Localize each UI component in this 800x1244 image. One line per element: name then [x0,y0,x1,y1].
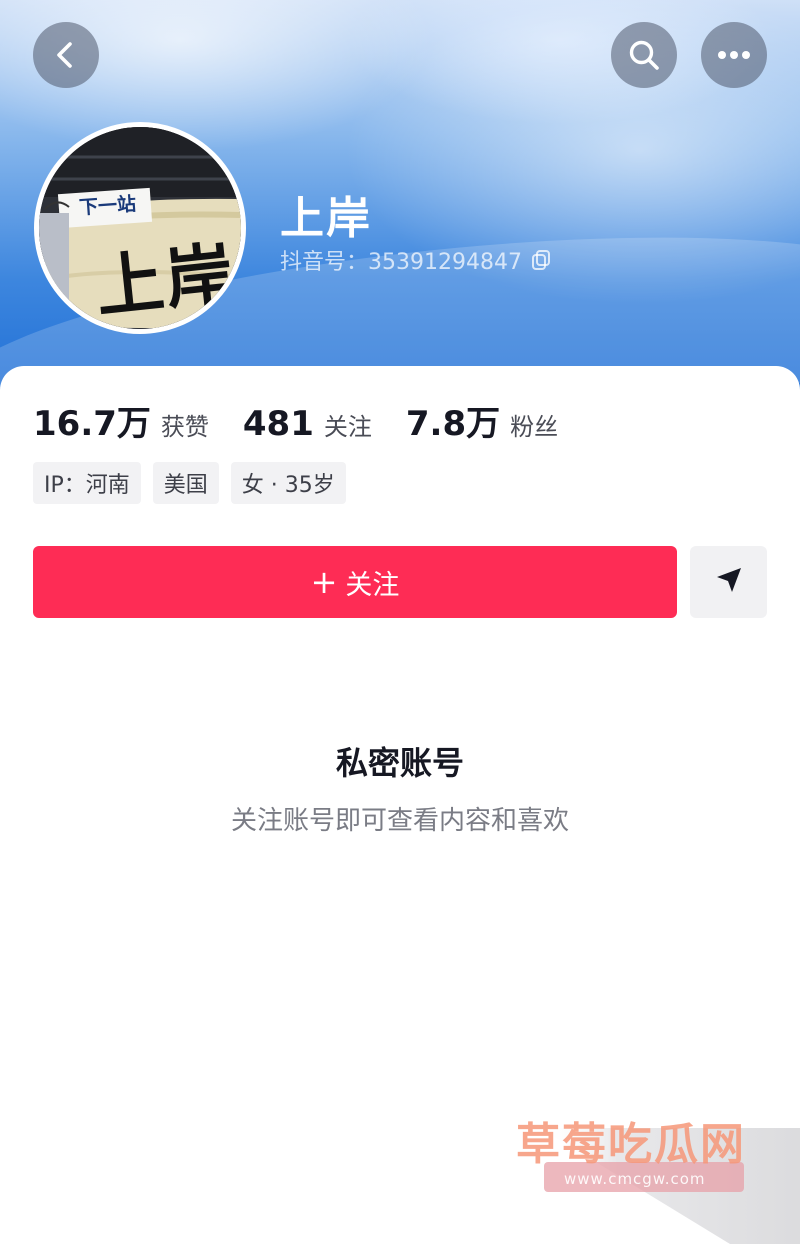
stat-likes[interactable]: 16.7万 获赞 [33,396,209,445]
avatar-calligraphy-text: 上岸 [91,233,240,329]
search-icon [627,38,661,72]
stat-value: 7.8万 [405,404,501,444]
private-account-title: 私密账号 [335,744,464,782]
stat-label: 获赞 [160,413,209,441]
watermark-name: 草莓吃瓜网 [516,1119,746,1170]
send-icon [714,565,744,599]
plus-icon: + [310,563,338,601]
tag-region: 美国 [152,462,219,504]
copy-icon[interactable] [530,249,552,271]
search-button[interactable] [611,22,677,88]
profile-header-banner: 下一站 上岸 上岸 抖音号：35391294847 [0,0,800,400]
follow-button[interactable]: + 关注 [33,546,677,618]
profile-tags: IP：河南 美国 女 · 35岁 [33,462,358,504]
stat-following[interactable]: 481 关注 [243,404,372,444]
stats-row: 16.7万 获赞 481 关注 7.8万 粉丝 [33,396,592,445]
watermark: 草莓吃瓜网 www.cmcgw.com [500,1100,800,1244]
tag-gender-age: 女 · 35岁 [230,462,346,504]
douyin-id-text: 抖音号：35391294847 [280,250,522,275]
tag-ip-location: IP：河南 [33,462,141,504]
more-dots-icon [717,50,751,60]
private-account-subtitle: 关注账号即可查看内容和喜欢 [230,806,569,836]
more-button[interactable] [701,22,767,88]
douyin-id[interactable]: 抖音号：35391294847 [280,244,552,276]
avatar[interactable]: 下一站 上岸 [34,122,246,334]
stat-value: 481 [242,404,314,444]
chevron-left-icon [51,40,81,70]
stat-value: 16.7万 [33,404,151,444]
follow-button-label: 关注 [345,569,400,601]
stat-label: 粉丝 [510,413,559,441]
back-button[interactable] [33,22,99,88]
send-message-button[interactable] [690,546,767,618]
watermark-url: www.cmcgw.com [564,1170,706,1188]
stat-followers[interactable]: 7.8万 粉丝 [406,396,558,445]
avatar-sign-text: 下一站 [78,193,137,219]
stat-label: 关注 [323,413,372,441]
nickname: 上岸 [280,193,372,244]
